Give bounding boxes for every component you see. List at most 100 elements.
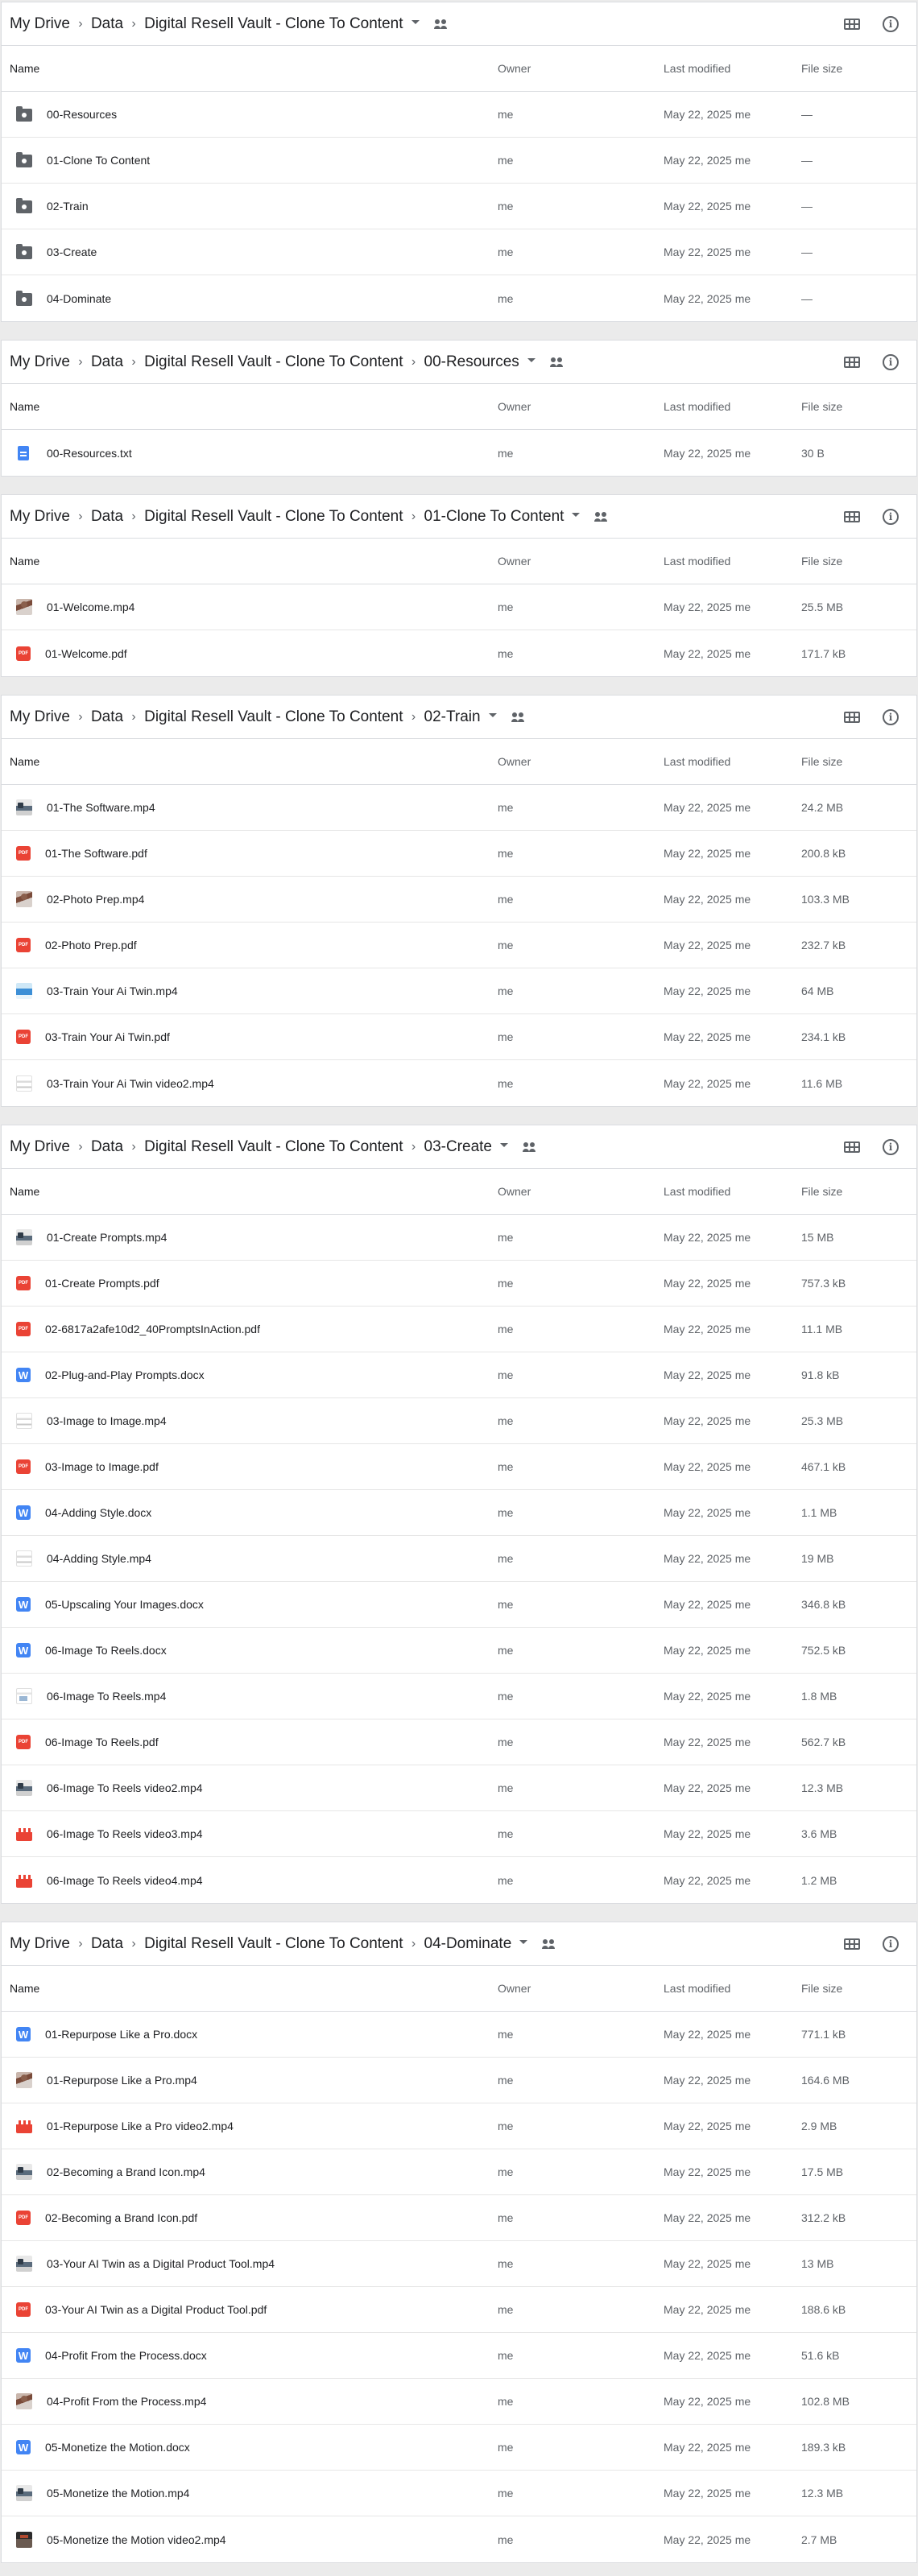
file-row[interactable]: 05-Monetize the Motion.mp4 me May 22, 2025… — [2, 2471, 916, 2516]
grid-view-icon[interactable] — [844, 712, 860, 723]
breadcrumb-item[interactable]: 04-Dominate — [424, 1935, 512, 1953]
column-last-modified[interactable]: Last modified — [664, 555, 801, 568]
column-file-size[interactable]: File size — [801, 755, 916, 768]
file-row[interactable]: W 05-Upscaling Your Images.docx me May 22, … — [2, 1582, 916, 1628]
breadcrumb-item[interactable]: Digital Resell Vault - Clone To Content — [144, 353, 403, 371]
file-name[interactable]: 06-Image To Reels video2.mp4 — [47, 1781, 203, 1794]
file-row[interactable]: 04-Dominate me May 22, 2025 me — — [2, 275, 916, 321]
breadcrumb-item[interactable]: Digital Resell Vault - Clone To Content — [144, 508, 403, 526]
breadcrumb-item[interactable]: Data — [91, 1138, 123, 1156]
file-row[interactable]: PDF 03-Your AI Twin as a Digital Product … — [2, 2287, 916, 2333]
file-name[interactable]: 01-Create Prompts.pdf — [45, 1277, 159, 1290]
file-row[interactable]: 06-Image To Reels video4.mp4 me May 22, 20… — [2, 1857, 916, 1903]
breadcrumb-item[interactable]: Digital Resell Vault - Clone To Content — [144, 1935, 403, 1953]
column-name[interactable]: Name — [2, 755, 498, 768]
file-row[interactable]: W 01-Repurpose Like a Pro.docx me May 22, 2… — [2, 2012, 916, 2058]
file-row[interactable]: W 02-Plug-and-Play Prompts.docx me May 22, … — [2, 1352, 916, 1398]
breadcrumb-item[interactable]: Digital Resell Vault - Clone To Content — [144, 708, 403, 726]
file-name[interactable]: 00-Resources.txt — [47, 447, 132, 460]
file-name[interactable]: 04-Profit From the Process.mp4 — [47, 2395, 206, 2408]
file-row[interactable]: PDF 03-Image to Image.pdf me May 22, 2025 m… — [2, 1444, 916, 1490]
file-name[interactable]: 03-Image to Image.pdf — [45, 1460, 159, 1473]
breadcrumb-item[interactable]: Data — [91, 15, 123, 33]
file-row[interactable]: PDF 06-Image To Reels.pdf me May 22, 2025 m… — [2, 1719, 916, 1765]
column-last-modified[interactable]: Last modified — [664, 755, 801, 768]
dropdown-caret-icon[interactable] — [527, 358, 536, 362]
breadcrumb-item[interactable]: 03-Create — [424, 1138, 493, 1156]
file-row[interactable]: 04-Adding Style.mp4 me May 22, 2025 me 19 M… — [2, 1536, 916, 1582]
file-row[interactable]: 04-Profit From the Process.mp4 me May 22, … — [2, 2379, 916, 2425]
column-file-size[interactable]: File size — [801, 1185, 916, 1198]
info-icon[interactable]: i — [883, 1139, 899, 1155]
file-name[interactable]: 04-Adding Style.mp4 — [47, 1552, 151, 1565]
file-row[interactable]: PDF 01-Create Prompts.pdf me May 22, 2025 m… — [2, 1261, 916, 1307]
column-last-modified[interactable]: Last modified — [664, 62, 801, 75]
file-row[interactable]: 02-Photo Prep.mp4 me May 22, 2025 me 103.3 … — [2, 877, 916, 923]
file-name[interactable]: 02-Train — [47, 200, 89, 213]
file-row[interactable]: W 04-Adding Style.docx me May 22, 2025 me 1.… — [2, 1490, 916, 1536]
file-row[interactable]: 03-Create me May 22, 2025 me — — [2, 229, 916, 275]
breadcrumb-item[interactable]: Data — [91, 353, 123, 371]
column-owner[interactable]: Owner — [498, 1982, 664, 1995]
file-name[interactable]: 03-Image to Image.mp4 — [47, 1414, 167, 1427]
file-name[interactable]: 06-Image To Reels video3.mp4 — [47, 1827, 203, 1840]
column-last-modified[interactable]: Last modified — [664, 1185, 801, 1198]
breadcrumb-item[interactable]: 02-Train — [424, 708, 481, 726]
column-name[interactable]: Name — [2, 1982, 498, 1995]
file-name[interactable]: 02-Plug-and-Play Prompts.docx — [45, 1368, 205, 1381]
file-name[interactable]: 02-Photo Prep.mp4 — [47, 893, 144, 906]
breadcrumb-item[interactable]: My Drive — [10, 508, 70, 526]
breadcrumb-item[interactable]: 00-Resources — [424, 353, 519, 371]
file-row[interactable]: 00-Resources.txt me May 22, 2025 me 30 B — [2, 430, 916, 476]
file-row[interactable]: PDF 01-Welcome.pdf me May 22, 2025 me 171.7 … — [2, 630, 916, 676]
column-owner[interactable]: Owner — [498, 1185, 664, 1198]
file-row[interactable]: W 05-Monetize the Motion.docx me May 22, 20… — [2, 2425, 916, 2471]
file-row[interactable]: 01-Create Prompts.mp4 me May 22, 2025 me 15… — [2, 1215, 916, 1261]
dropdown-caret-icon[interactable] — [500, 1143, 508, 1147]
file-name[interactable]: 06-Image To Reels video4.mp4 — [47, 1874, 203, 1887]
column-name[interactable]: Name — [2, 555, 498, 568]
file-name[interactable]: 00-Resources — [47, 108, 117, 121]
column-owner[interactable]: Owner — [498, 62, 664, 75]
column-owner[interactable]: Owner — [498, 400, 664, 413]
file-row[interactable]: 03-Image to Image.mp4 me May 22, 2025 me 25… — [2, 1398, 916, 1444]
file-row[interactable]: PDF 02-Photo Prep.pdf me May 22, 2025 me 232… — [2, 923, 916, 968]
file-row[interactable]: 05-Monetize the Motion video2.mp4 me May 2… — [2, 2516, 916, 2562]
column-name[interactable]: Name — [2, 1185, 498, 1198]
file-name[interactable]: 03-Create — [47, 246, 97, 258]
info-icon[interactable]: i — [883, 509, 899, 525]
file-name[interactable]: 01-Repurpose Like a Pro video2.mp4 — [47, 2120, 234, 2132]
column-file-size[interactable]: File size — [801, 400, 916, 413]
file-name[interactable]: 01-Repurpose Like a Pro.mp4 — [47, 2074, 197, 2087]
file-row[interactable]: 06-Image To Reels video2.mp4 me May 22, 20… — [2, 1765, 916, 1811]
file-row[interactable]: PDF 02-Becoming a Brand Icon.pdf me May 22,… — [2, 2195, 916, 2241]
column-owner[interactable]: Owner — [498, 755, 664, 768]
file-row[interactable]: W 04-Profit From the Process.docx me May 22… — [2, 2333, 916, 2379]
column-file-size[interactable]: File size — [801, 62, 916, 75]
file-row[interactable]: PDF 01-The Software.pdf me May 22, 2025 me 2… — [2, 831, 916, 877]
info-icon[interactable]: i — [883, 709, 899, 725]
dropdown-caret-icon[interactable] — [488, 713, 497, 717]
file-row[interactable]: 01-Welcome.mp4 me May 22, 2025 me 25.5 MB — [2, 584, 916, 630]
file-name[interactable]: 03-Your AI Twin as a Digital Product Too… — [45, 2303, 267, 2316]
breadcrumb-item[interactable]: Data — [91, 508, 123, 526]
file-name[interactable]: 05-Monetize the Motion.mp4 — [47, 2487, 189, 2500]
file-row[interactable]: 01-Clone To Content me May 22, 2025 me — — [2, 138, 916, 184]
file-name[interactable]: 01-Repurpose Like a Pro.docx — [45, 2028, 197, 2041]
file-name[interactable]: 05-Upscaling Your Images.docx — [45, 1598, 204, 1611]
file-name[interactable]: 02-6817a2afe10d2_40PromptsInAction.pdf — [45, 1323, 260, 1335]
info-icon[interactable]: i — [883, 1936, 899, 1952]
breadcrumb-item[interactable]: My Drive — [10, 15, 70, 33]
file-name[interactable]: 01-The Software.mp4 — [47, 801, 155, 814]
grid-view-icon[interactable] — [844, 19, 860, 30]
file-name[interactable]: 01-Welcome.mp4 — [47, 601, 134, 613]
breadcrumb-item[interactable]: My Drive — [10, 353, 70, 371]
dropdown-caret-icon[interactable] — [572, 513, 581, 517]
file-name[interactable]: 03-Train Your Ai Twin.pdf — [45, 1030, 170, 1043]
grid-view-icon[interactable] — [844, 1938, 860, 1950]
dropdown-caret-icon[interactable] — [519, 1940, 528, 1944]
file-name[interactable]: 06-Image To Reels.pdf — [45, 1736, 159, 1748]
file-row[interactable]: PDF 02-6817a2afe10d2_40PromptsInAction.pd… — [2, 1307, 916, 1352]
column-last-modified[interactable]: Last modified — [664, 400, 801, 413]
column-file-size[interactable]: File size — [801, 555, 916, 568]
